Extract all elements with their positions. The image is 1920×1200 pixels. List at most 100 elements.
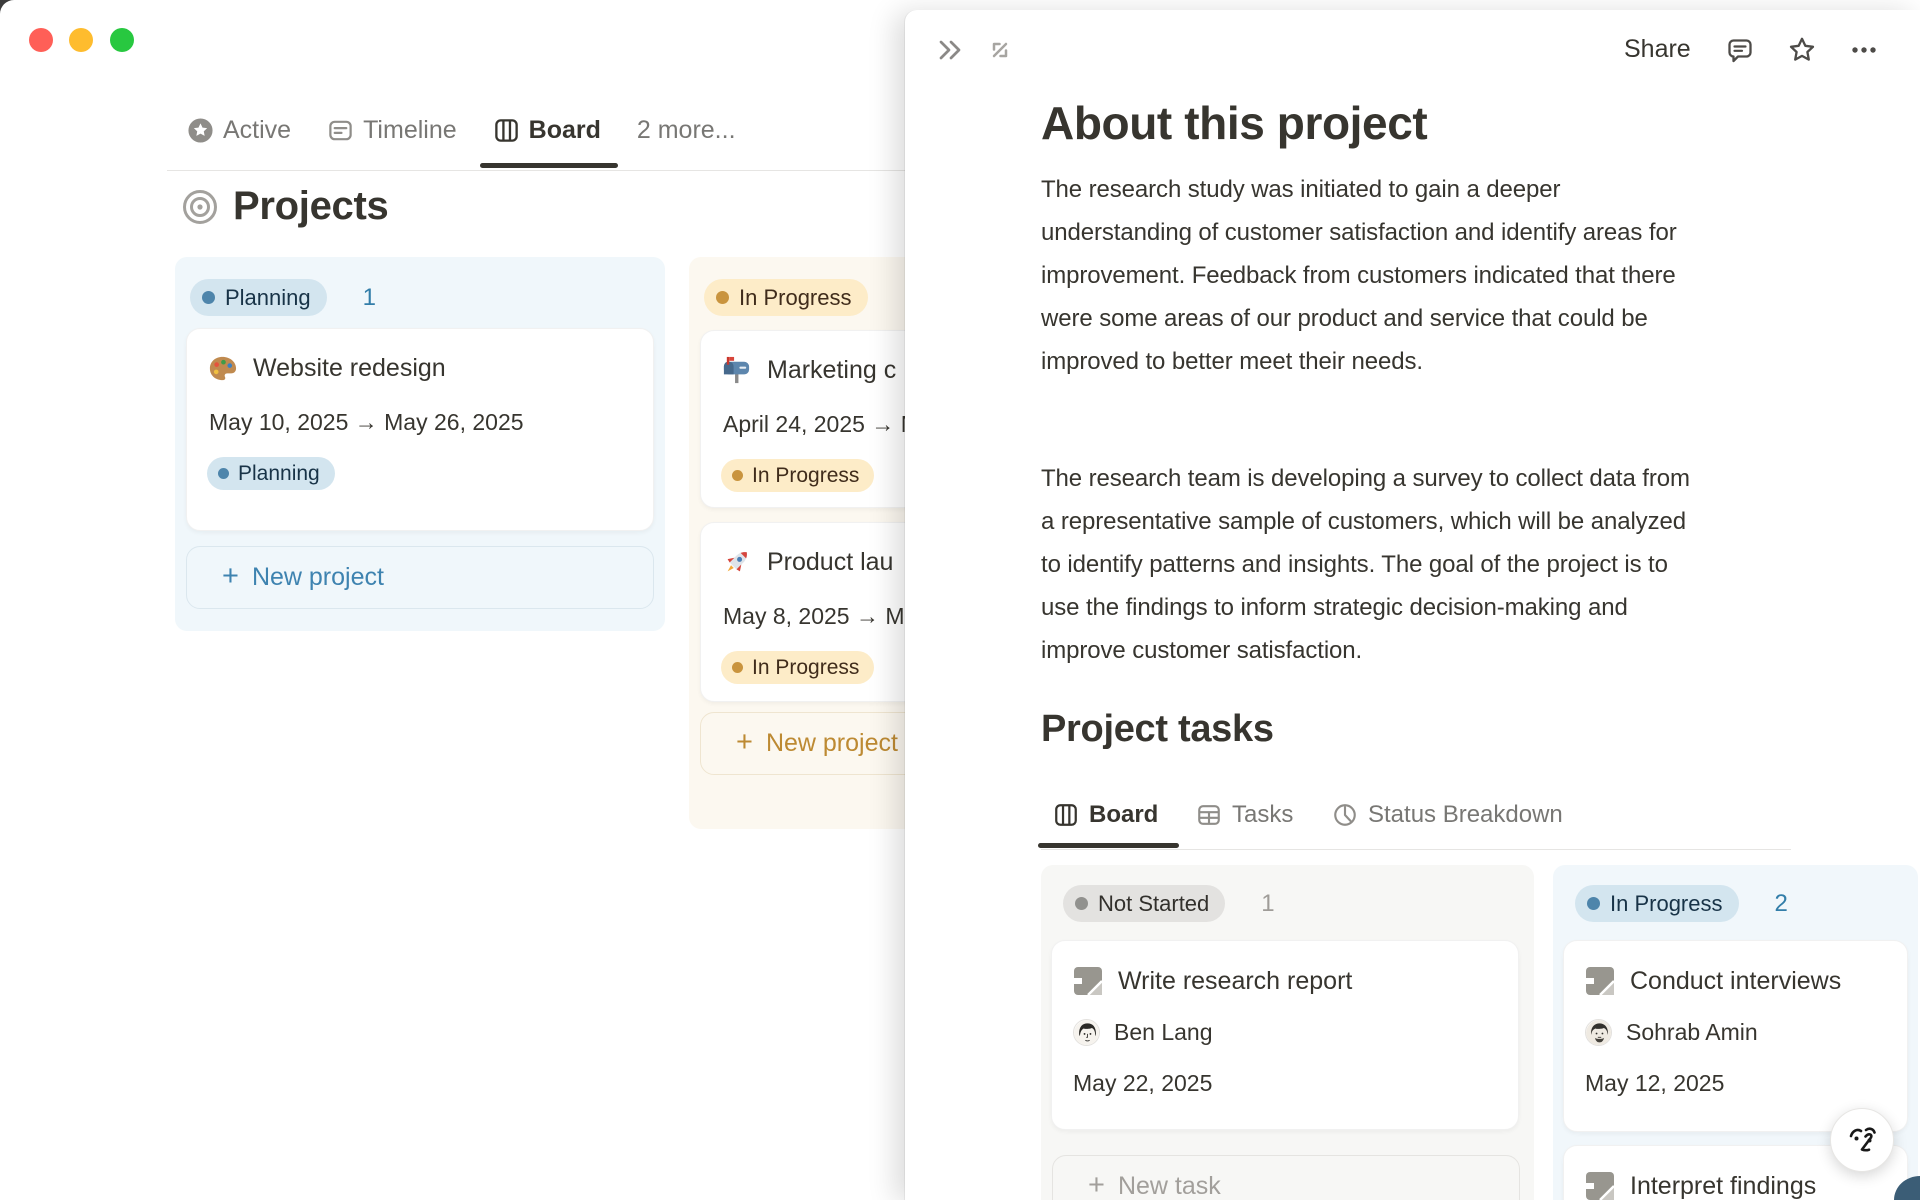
page-title: Projects [181, 184, 389, 229]
side-peek-panel: Share About this project The research st… [905, 10, 1920, 1200]
more-options-icon[interactable] [1849, 35, 1879, 65]
person-avatar-icon [1074, 1020, 1100, 1046]
status-dot [732, 470, 743, 481]
about-paragraph-2: The research team is developing a survey… [1041, 465, 1690, 664]
plus-icon: + [222, 560, 239, 592]
card-status-tag: In Progress [721, 651, 875, 684]
plus-icon: + [736, 726, 753, 758]
tab-board-view[interactable]: Board [493, 116, 601, 145]
status-pill-in-progress[interactable]: In Progress [1575, 885, 1739, 922]
card-title: Marketing c [767, 356, 897, 384]
note-page-icon [1584, 965, 1616, 997]
column-header: Not Started 1 [1041, 865, 1534, 922]
assignee-row: Sohrab Amin [1585, 1019, 1889, 1046]
plus-icon: + [1088, 1169, 1105, 1200]
column-count: 1 [1261, 889, 1275, 917]
status-dot [1075, 897, 1088, 910]
status-pill-in-progress[interactable]: In Progress [704, 279, 868, 316]
active-tab-underline [480, 163, 618, 168]
tabs-divider [1041, 849, 1791, 850]
tab-label: Tasks [1232, 801, 1294, 828]
table-icon [1196, 802, 1222, 828]
avatar [1073, 1019, 1100, 1046]
timeline-icon [327, 117, 354, 144]
avatar [1585, 1019, 1612, 1046]
star-circle-icon [187, 117, 214, 144]
status-label: In Progress [739, 284, 852, 310]
card-due-date: May 22, 2025 [1073, 1070, 1213, 1096]
tab-label: Timeline [363, 115, 457, 144]
tab-label: Active [223, 115, 292, 144]
tab-tasks-table[interactable]: Tasks [1196, 801, 1293, 829]
rocket-emoji [721, 547, 752, 578]
tab-label: 2 more... [636, 115, 736, 144]
assignee-row: Ben Lang [1073, 1019, 1500, 1046]
mailbox-emoji [721, 355, 752, 386]
note-page-icon [1584, 1170, 1616, 1200]
new-task-label: New task [1117, 1172, 1221, 1200]
target-icon [181, 188, 219, 226]
tab-status-breakdown[interactable]: Status Breakdown [1332, 801, 1563, 829]
pie-clock-icon [1332, 802, 1358, 828]
status-pill-not-started[interactable]: Not Started [1063, 885, 1226, 922]
project-card-website-redesign[interactable]: Website redesign May 10, 2025 → May 26, … [186, 328, 654, 531]
about-heading: About this project [1041, 97, 1428, 149]
card-due-date: May 12, 2025 [1585, 1070, 1725, 1096]
expand-diagonal-icon[interactable] [985, 35, 1015, 65]
card-status-tag: In Progress [721, 459, 875, 492]
favorite-star-icon[interactable] [1787, 35, 1817, 65]
column-header: In Progress 2 [1553, 865, 1918, 922]
assignee-name: Sohrab Amin [1626, 1019, 1758, 1045]
new-project-label: New project [765, 729, 898, 757]
notion-ai-face-icon [1843, 1121, 1881, 1159]
column-header: Planning 1 [175, 257, 665, 316]
tab-label: Board [1089, 801, 1159, 828]
share-button[interactable]: Share [1624, 35, 1691, 64]
card-title: Website redesign [253, 354, 446, 382]
window-zoom-button[interactable] [110, 28, 134, 52]
card-date-range: May 10, 2025 → May 26, 2025 [209, 409, 524, 435]
note-page-icon [1072, 965, 1104, 997]
board-column-planning: Planning 1 Website redesign May 10, 2025… [175, 257, 665, 631]
window-close-button[interactable] [29, 28, 53, 52]
status-dot [1587, 897, 1600, 910]
new-project-label: New project [251, 563, 384, 591]
active-tab-underline [1038, 843, 1179, 848]
window-minimize-button[interactable] [69, 28, 93, 52]
tab-active-view[interactable]: Active [187, 116, 291, 145]
status-pill-planning[interactable]: Planning [190, 279, 327, 316]
comment-icon[interactable] [1725, 35, 1755, 65]
tab-label: Board [528, 115, 601, 144]
card-title: Conduct interviews [1630, 966, 1842, 995]
tab-label: Status Breakdown [1368, 801, 1563, 828]
tab-timeline-view[interactable]: Timeline [327, 116, 457, 145]
tab-more-views[interactable]: 2 more... [637, 116, 736, 145]
person-avatar-icon [1586, 1020, 1612, 1046]
palette-emoji [207, 353, 238, 384]
status-dot [732, 662, 743, 673]
project-tasks-heading: Project tasks [1041, 708, 1274, 750]
app-window: Active Timeline Board 2 more... Projects… [0, 0, 1920, 1200]
tabs-divider [167, 170, 912, 171]
status-label: Planning [225, 284, 311, 310]
ai-assistant-button[interactable] [1830, 1108, 1894, 1172]
status-dot [202, 291, 215, 304]
close-peek-chevrons-icon[interactable] [935, 35, 965, 65]
new-task-button[interactable]: + New task [1052, 1155, 1520, 1200]
page-title-text: Projects [233, 184, 389, 228]
view-tab-bar: Active Timeline Board 2 more... [187, 108, 736, 152]
new-project-button[interactable]: + New project [186, 546, 654, 609]
task-column-not-started: Not Started 1 Write research report Ben … [1041, 865, 1534, 1200]
status-dot [716, 291, 729, 304]
tag-label: In Progress [752, 655, 860, 679]
status-label: Not Started [1098, 890, 1210, 916]
card-status-tag: Planning [207, 457, 335, 490]
assignee-name: Ben Lang [1114, 1019, 1213, 1045]
about-paragraph-1: The research study was initiated to gain… [1041, 176, 1677, 375]
card-title: Interpret findings [1630, 1171, 1817, 1200]
tag-label: Planning [238, 461, 320, 485]
task-card-conduct-interviews[interactable]: Conduct interviews Sohrab Amin May 12, 2… [1563, 940, 1908, 1132]
board-icon [1053, 802, 1079, 828]
tab-task-board[interactable]: Board [1053, 801, 1158, 829]
task-card-write-research-report[interactable]: Write research report Ben Lang May 22, 2… [1051, 940, 1519, 1130]
